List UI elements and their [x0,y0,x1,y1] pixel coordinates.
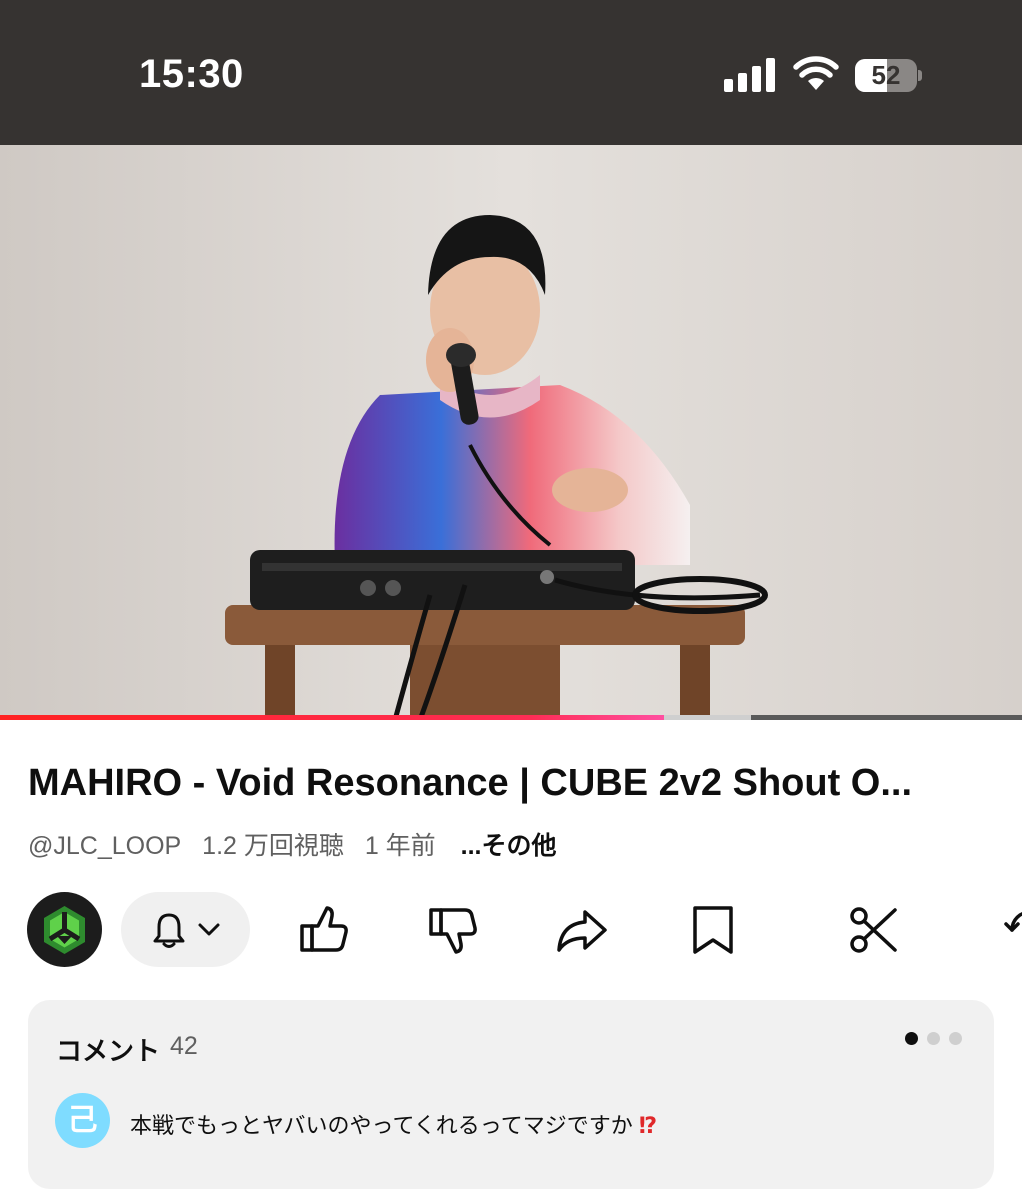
top-comment: 本戦でもっとヤバいのやってくれるってマジですか ⁉ [130,1108,657,1140]
upload-age: 1 年前 [364,832,436,860]
battery-icon: 52 [855,59,922,92]
subscribe-notification-button[interactable] [121,892,250,967]
video-info-panel: MAHIRO - Void Resonance | CUBE 2v2 Shout… [0,720,1022,1199]
channel-handle[interactable]: @JLC_LOOP [28,832,181,860]
commenter-avatar: 己 [55,1093,110,1148]
bookmark-icon[interactable] [685,902,741,958]
wifi-icon [793,56,839,90]
comments-label: コメント [56,1036,161,1066]
chevron-down-icon [198,923,220,936]
thumbs-up-icon[interactable] [296,902,352,958]
remix-icon[interactable] [1002,902,1022,958]
carousel-dots [896,1032,962,1050]
bell-icon [153,913,185,948]
channel-logo-icon [44,906,85,954]
comments-card[interactable]: コメント 42 己 本戦でもっとヤバいのやってくれるってマジですか ⁉ [28,1000,994,1189]
video-title[interactable]: MAHIRO - Void Resonance | CUBE 2v2 Shout… [28,762,998,805]
scissors-icon[interactable] [845,902,901,958]
action-bar [0,892,1022,968]
carousel-dot [905,1032,918,1045]
top-comment-text: 本戦でもっとヤバいのやってくれるってマジですか [130,1113,633,1138]
share-icon[interactable] [553,902,609,958]
view-count: 1.2 万回視聴 [202,832,344,860]
exclamation-question-icon: ⁉ [638,1113,658,1138]
comments-count: 42 [170,1032,198,1060]
more-link[interactable]: ...その他 [461,832,557,860]
clock: 15:30 [139,52,244,96]
video-frame [0,145,1022,720]
video-player[interactable] [0,145,1022,720]
video-meta[interactable]: @JLC_LOOP 1.2 万回視聴 1 年前 ...その他 [28,826,570,862]
carousel-dot [927,1032,940,1045]
battery-level: 52 [871,60,901,90]
cellular-signal-icon [724,58,776,92]
thumbs-down-icon[interactable] [425,902,481,958]
channel-avatar[interactable] [27,892,102,967]
status-bar: 15:30 52 [0,0,1022,145]
carousel-dot [949,1032,962,1045]
